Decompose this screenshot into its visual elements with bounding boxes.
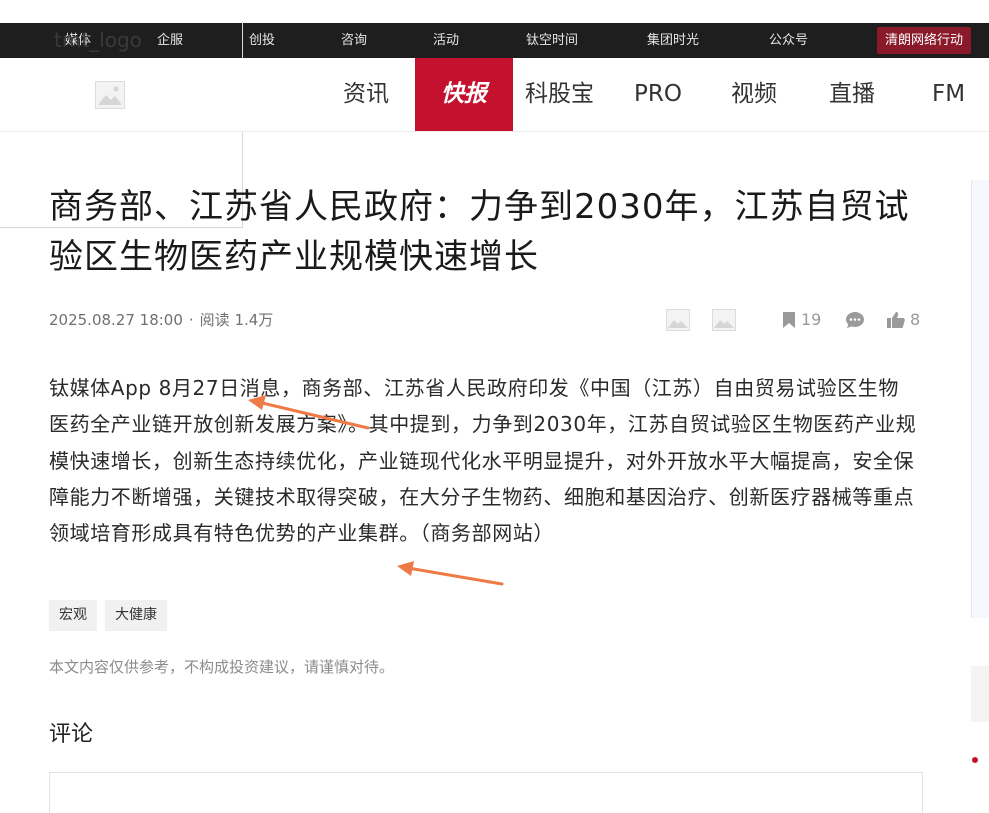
- like-count: 8: [910, 310, 921, 329]
- article-body: 钛媒体App 8月27日消息，商务部、江苏省人民政府印发《中国（江苏）自由贸易试…: [49, 376, 917, 546]
- topbar-link-official-account[interactable]: 公众号: [769, 23, 808, 58]
- image-placeholder-icon[interactable]: [95, 81, 125, 109]
- meta-separator: ·: [188, 311, 194, 329]
- logo-alt-text: tmt_logo: [54, 28, 142, 52]
- disclaimer: 本文内容仅供参考，不构成投资建议，请谨慎对待。: [49, 658, 395, 676]
- publish-date: 2025.08.27 18:00: [49, 311, 183, 329]
- nav-news[interactable]: 资讯: [343, 58, 389, 131]
- article-title: 商务部、江苏省人民政府：力争到2030年，江苏自贸试验区生物医药产业规模快速增长: [49, 187, 910, 277]
- top-bar: 媒体 企服 创投 咨询 活动 钛空时间 集团时光 公众号 清朗网络行动: [0, 23, 989, 58]
- topbar-link-venture[interactable]: 创投: [249, 23, 275, 58]
- comment-icon: [846, 312, 864, 328]
- topbar-link-space-time[interactable]: 钛空时间: [526, 23, 578, 58]
- tag-macro[interactable]: 宏观: [49, 600, 97, 631]
- article-meta: 2025.08.27 18:00 · 阅读 1.4万: [49, 309, 273, 331]
- nav-live[interactable]: 直播: [829, 58, 875, 131]
- sidebar-panel: [971, 180, 989, 618]
- comment-stat[interactable]: [845, 309, 869, 331]
- bookmark-icon: [783, 312, 795, 328]
- like-icon: [887, 312, 905, 328]
- tag-list: 宏观 大健康: [49, 600, 175, 631]
- tag-health[interactable]: 大健康: [105, 600, 167, 631]
- topbar-link-enterprise[interactable]: 企服: [157, 23, 183, 58]
- comments-heading: 评论: [49, 722, 94, 747]
- bookmark-count: 19: [801, 310, 822, 329]
- nav-fm[interactable]: FM: [932, 58, 965, 131]
- topbar-link-consulting[interactable]: 咨询: [341, 23, 367, 58]
- like-stat[interactable]: 8: [886, 309, 920, 331]
- topbar-link-events[interactable]: 活动: [433, 23, 459, 58]
- nav-flash-active[interactable]: 快报: [415, 58, 513, 131]
- nav-kegubao[interactable]: 科股宝: [525, 58, 594, 131]
- annotation-arrow-bottom: [397, 561, 504, 586]
- topbar-link-group-time[interactable]: 集团时光: [647, 23, 699, 58]
- main-nav: 资讯 快报 科股宝 PRO 视频 直播 FM: [0, 58, 989, 132]
- comment-input-box[interactable]: [49, 772, 923, 813]
- bookmark-stat[interactable]: 19: [781, 309, 821, 331]
- image-placeholder-icon[interactable]: [666, 309, 690, 331]
- nav-pro[interactable]: PRO: [634, 58, 682, 131]
- image-placeholder-icon[interactable]: [712, 309, 736, 331]
- sidebar-panel-secondary: [971, 666, 989, 722]
- topbar-campaign-button[interactable]: 清朗网络行动: [877, 27, 972, 54]
- notification-dot: [972, 757, 978, 763]
- nav-video[interactable]: 视频: [731, 58, 777, 131]
- read-count: 阅读 1.4万: [199, 311, 274, 329]
